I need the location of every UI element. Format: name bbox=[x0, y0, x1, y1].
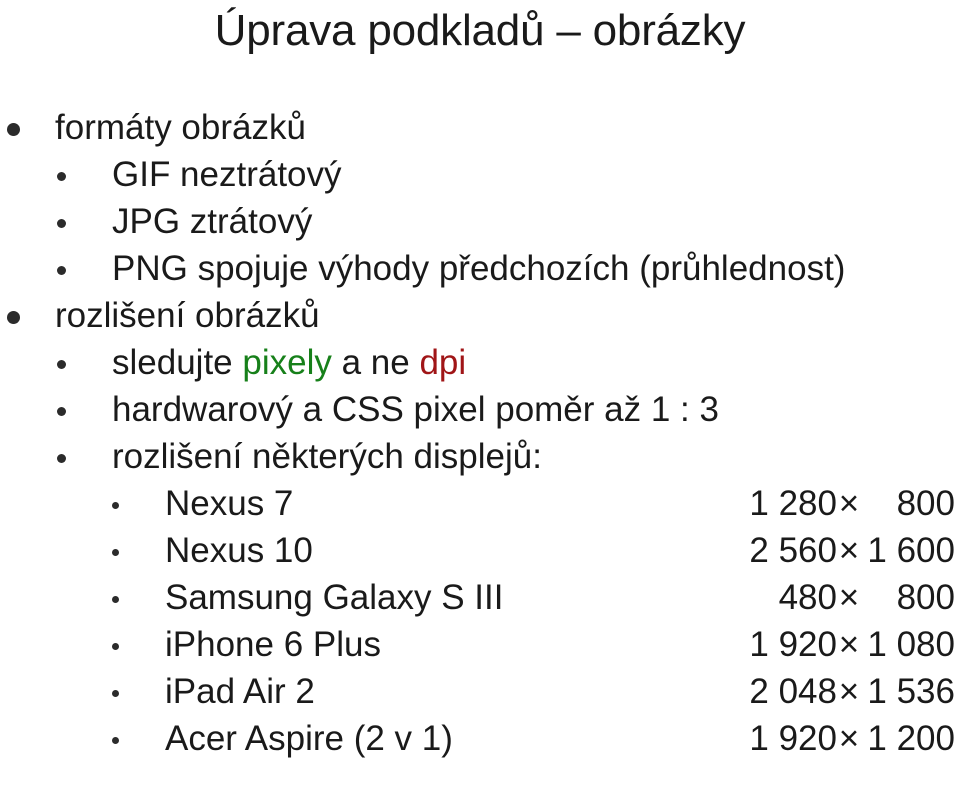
device-name: Nexus 7 bbox=[165, 484, 294, 523]
device-width: 1 920 bbox=[749, 625, 837, 664]
text-segment-dpi: dpi bbox=[419, 343, 467, 382]
device-width: 480 bbox=[778, 578, 837, 617]
device-name: Acer Aspire (2 v 1) bbox=[165, 719, 453, 758]
table-row: Samsung Galaxy S III 480 × 800 bbox=[0, 574, 960, 621]
list-item-level2-jpg: JPG ztrátový bbox=[0, 198, 960, 245]
bullet-icon bbox=[57, 266, 66, 275]
list-item-label: hardwarový a CSS pixel poměr až 1 : 3 bbox=[112, 390, 719, 429]
bullet-icon bbox=[7, 123, 20, 136]
list-item-label: rozlišení některých displejů: bbox=[112, 437, 542, 476]
multiply-icon: × bbox=[838, 578, 860, 617]
list-item-label: rozlišení obrázků bbox=[55, 296, 320, 335]
device-name: Nexus 10 bbox=[165, 531, 313, 570]
device-height: 1 600 bbox=[867, 531, 955, 570]
device-width: 2 048 bbox=[749, 672, 837, 711]
multiply-icon: × bbox=[838, 531, 860, 570]
device-height: 800 bbox=[896, 484, 955, 523]
device-name: iPad Air 2 bbox=[165, 672, 315, 711]
list-item-level2-png: PNG spojuje výhody předchozích (průhledn… bbox=[0, 245, 960, 292]
list-item-label: GIF neztrátový bbox=[112, 155, 342, 194]
table-row: iPad Air 2 2 048 × 1 536 bbox=[0, 668, 960, 715]
list-item-level1-formaty: formáty obrázků bbox=[0, 104, 960, 151]
bullet-icon bbox=[112, 690, 119, 697]
bullet-icon bbox=[57, 454, 66, 463]
bullet-icon bbox=[112, 549, 119, 556]
presentation-slide: Úprava podkladů – obrázky formáty obrázk… bbox=[0, 0, 960, 789]
bullet-icon bbox=[112, 643, 119, 650]
table-row: Nexus 10 2 560 × 1 600 bbox=[0, 527, 960, 574]
multiply-icon: × bbox=[838, 625, 860, 664]
list-item-label: formáty obrázků bbox=[55, 108, 306, 147]
list-item-level2-gif: GIF neztrátový bbox=[0, 151, 960, 198]
bullet-icon bbox=[57, 172, 66, 181]
list-item-label: sledujte pixely a ne dpi bbox=[0, 339, 466, 386]
slide-title: Úprava podkladů – obrázky bbox=[214, 6, 746, 55]
table-row: Nexus 7 1 280 × 800 bbox=[0, 480, 960, 527]
device-name: iPhone 6 Plus bbox=[165, 625, 381, 664]
slide-body-list: formáty obrázků GIF neztrátový JPG ztrát… bbox=[0, 104, 960, 762]
device-height: 1 200 bbox=[867, 719, 955, 758]
bullet-icon bbox=[57, 360, 66, 369]
device-name: Samsung Galaxy S III bbox=[165, 578, 504, 617]
bullet-icon bbox=[7, 311, 20, 324]
table-row: Acer Aspire (2 v 1) 1 920 × 1 200 bbox=[0, 715, 960, 762]
bullet-icon bbox=[112, 596, 119, 603]
list-item-level2-displeje: rozlišení některých displejů: bbox=[0, 433, 960, 480]
list-item-level1-rozliseni: rozlišení obrázků bbox=[0, 292, 960, 339]
list-item-level2-pixely-dpi: sledujte pixely a ne dpi bbox=[0, 339, 960, 386]
bullet-icon bbox=[112, 502, 119, 509]
bullet-icon bbox=[57, 407, 66, 416]
text-segment-sledujte: sledujte bbox=[112, 343, 243, 382]
list-item-level2-css-pixel: hardwarový a CSS pixel poměr až 1 : 3 bbox=[0, 386, 960, 433]
text-segment-pixely: pixely bbox=[242, 343, 332, 382]
device-height: 800 bbox=[896, 578, 955, 617]
device-width: 2 560 bbox=[749, 531, 837, 570]
device-width: 1 280 bbox=[749, 484, 837, 523]
table-row: iPhone 6 Plus 1 920 × 1 080 bbox=[0, 621, 960, 668]
device-width: 1 920 bbox=[749, 719, 837, 758]
device-height: 1 080 bbox=[867, 625, 955, 664]
multiply-icon: × bbox=[838, 484, 860, 523]
device-height: 1 536 bbox=[867, 672, 955, 711]
multiply-icon: × bbox=[838, 719, 860, 758]
multiply-icon: × bbox=[838, 672, 860, 711]
bullet-icon bbox=[57, 219, 66, 228]
list-item-label: JPG ztrátový bbox=[112, 202, 313, 241]
bullet-icon bbox=[112, 737, 119, 744]
text-segment-ane: a ne bbox=[331, 343, 420, 382]
list-item-label: PNG spojuje výhody předchozích (průhledn… bbox=[112, 249, 846, 288]
